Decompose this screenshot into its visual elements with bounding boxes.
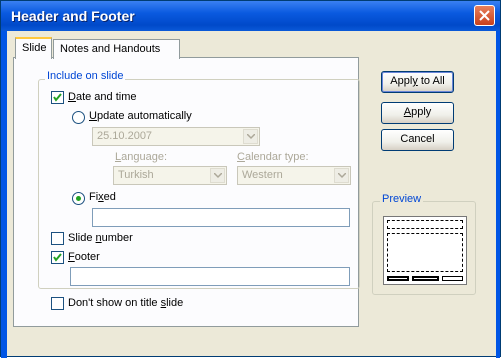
preview-footer-placeholder <box>412 276 439 281</box>
date-format-select[interactable]: 25.10.2007 <box>92 127 260 146</box>
footer-label[interactable]: Footer <box>68 251 100 263</box>
update-automatically-label[interactable]: Update automatically <box>89 110 192 122</box>
preview-number-placeholder <box>442 276 463 281</box>
preview-title-placeholder <box>387 220 463 229</box>
slide-number-label[interactable]: Slide number <box>68 232 133 244</box>
fixed-date-input[interactable] <box>92 208 350 227</box>
date-time-label[interactable]: Date and time <box>68 91 137 103</box>
tab-notes-handouts[interactable]: Notes and Handouts <box>53 39 180 59</box>
calendar-type-select[interactable]: Western <box>237 166 351 185</box>
title-bar[interactable]: Header and Footer <box>1 1 500 31</box>
window-title: Header and Footer <box>11 8 135 24</box>
footer-text-input[interactable] <box>70 267 350 286</box>
cancel-button[interactable]: Cancel <box>381 129 454 151</box>
date-time-checkbox[interactable] <box>51 91 64 104</box>
apply-button[interactable]: Apply <box>381 102 454 124</box>
checkmark-icon <box>53 253 62 262</box>
window-border-right <box>496 31 500 358</box>
calendar-type-value: Western <box>242 169 283 181</box>
fixed-label[interactable]: Fixed <box>89 191 116 203</box>
fixed-radio[interactable] <box>72 192 85 205</box>
radio-selected-dot <box>76 196 81 201</box>
update-automatically-radio[interactable] <box>72 111 85 124</box>
close-button[interactable] <box>474 5 495 26</box>
tab-notes-label: Notes and Handouts <box>60 43 161 55</box>
chevron-down-icon <box>334 168 349 183</box>
include-on-slide-legend: Include on slide <box>45 70 126 82</box>
language-label: Language: <box>115 151 168 163</box>
close-icon <box>479 10 490 21</box>
apply-to-all-button[interactable]: Apply to All <box>381 71 454 93</box>
calendar-type-label: Calendar type: <box>237 151 309 163</box>
tab-slide-label: Slide <box>22 42 47 54</box>
footer-checkbox[interactable] <box>51 251 64 264</box>
dont-show-title-slide-checkbox[interactable] <box>51 297 64 310</box>
preview-thumbnail <box>383 216 467 285</box>
window-border-left <box>1 31 7 358</box>
checkmark-icon <box>53 93 62 102</box>
chevron-down-icon <box>210 168 225 183</box>
preview-date-placeholder <box>387 276 409 281</box>
dont-show-title-slide-label[interactable]: Don't show on title slide <box>68 297 183 309</box>
preview-legend: Preview <box>380 193 424 205</box>
language-value: Turkish <box>118 169 154 181</box>
preview-body-placeholder <box>387 233 463 272</box>
tab-slide[interactable]: Slide <box>15 37 52 59</box>
date-format-value: 25.10.2007 <box>97 130 153 142</box>
slide-number-checkbox[interactable] <box>51 232 64 245</box>
chevron-down-icon <box>243 129 258 144</box>
language-select[interactable]: Turkish <box>113 166 227 185</box>
